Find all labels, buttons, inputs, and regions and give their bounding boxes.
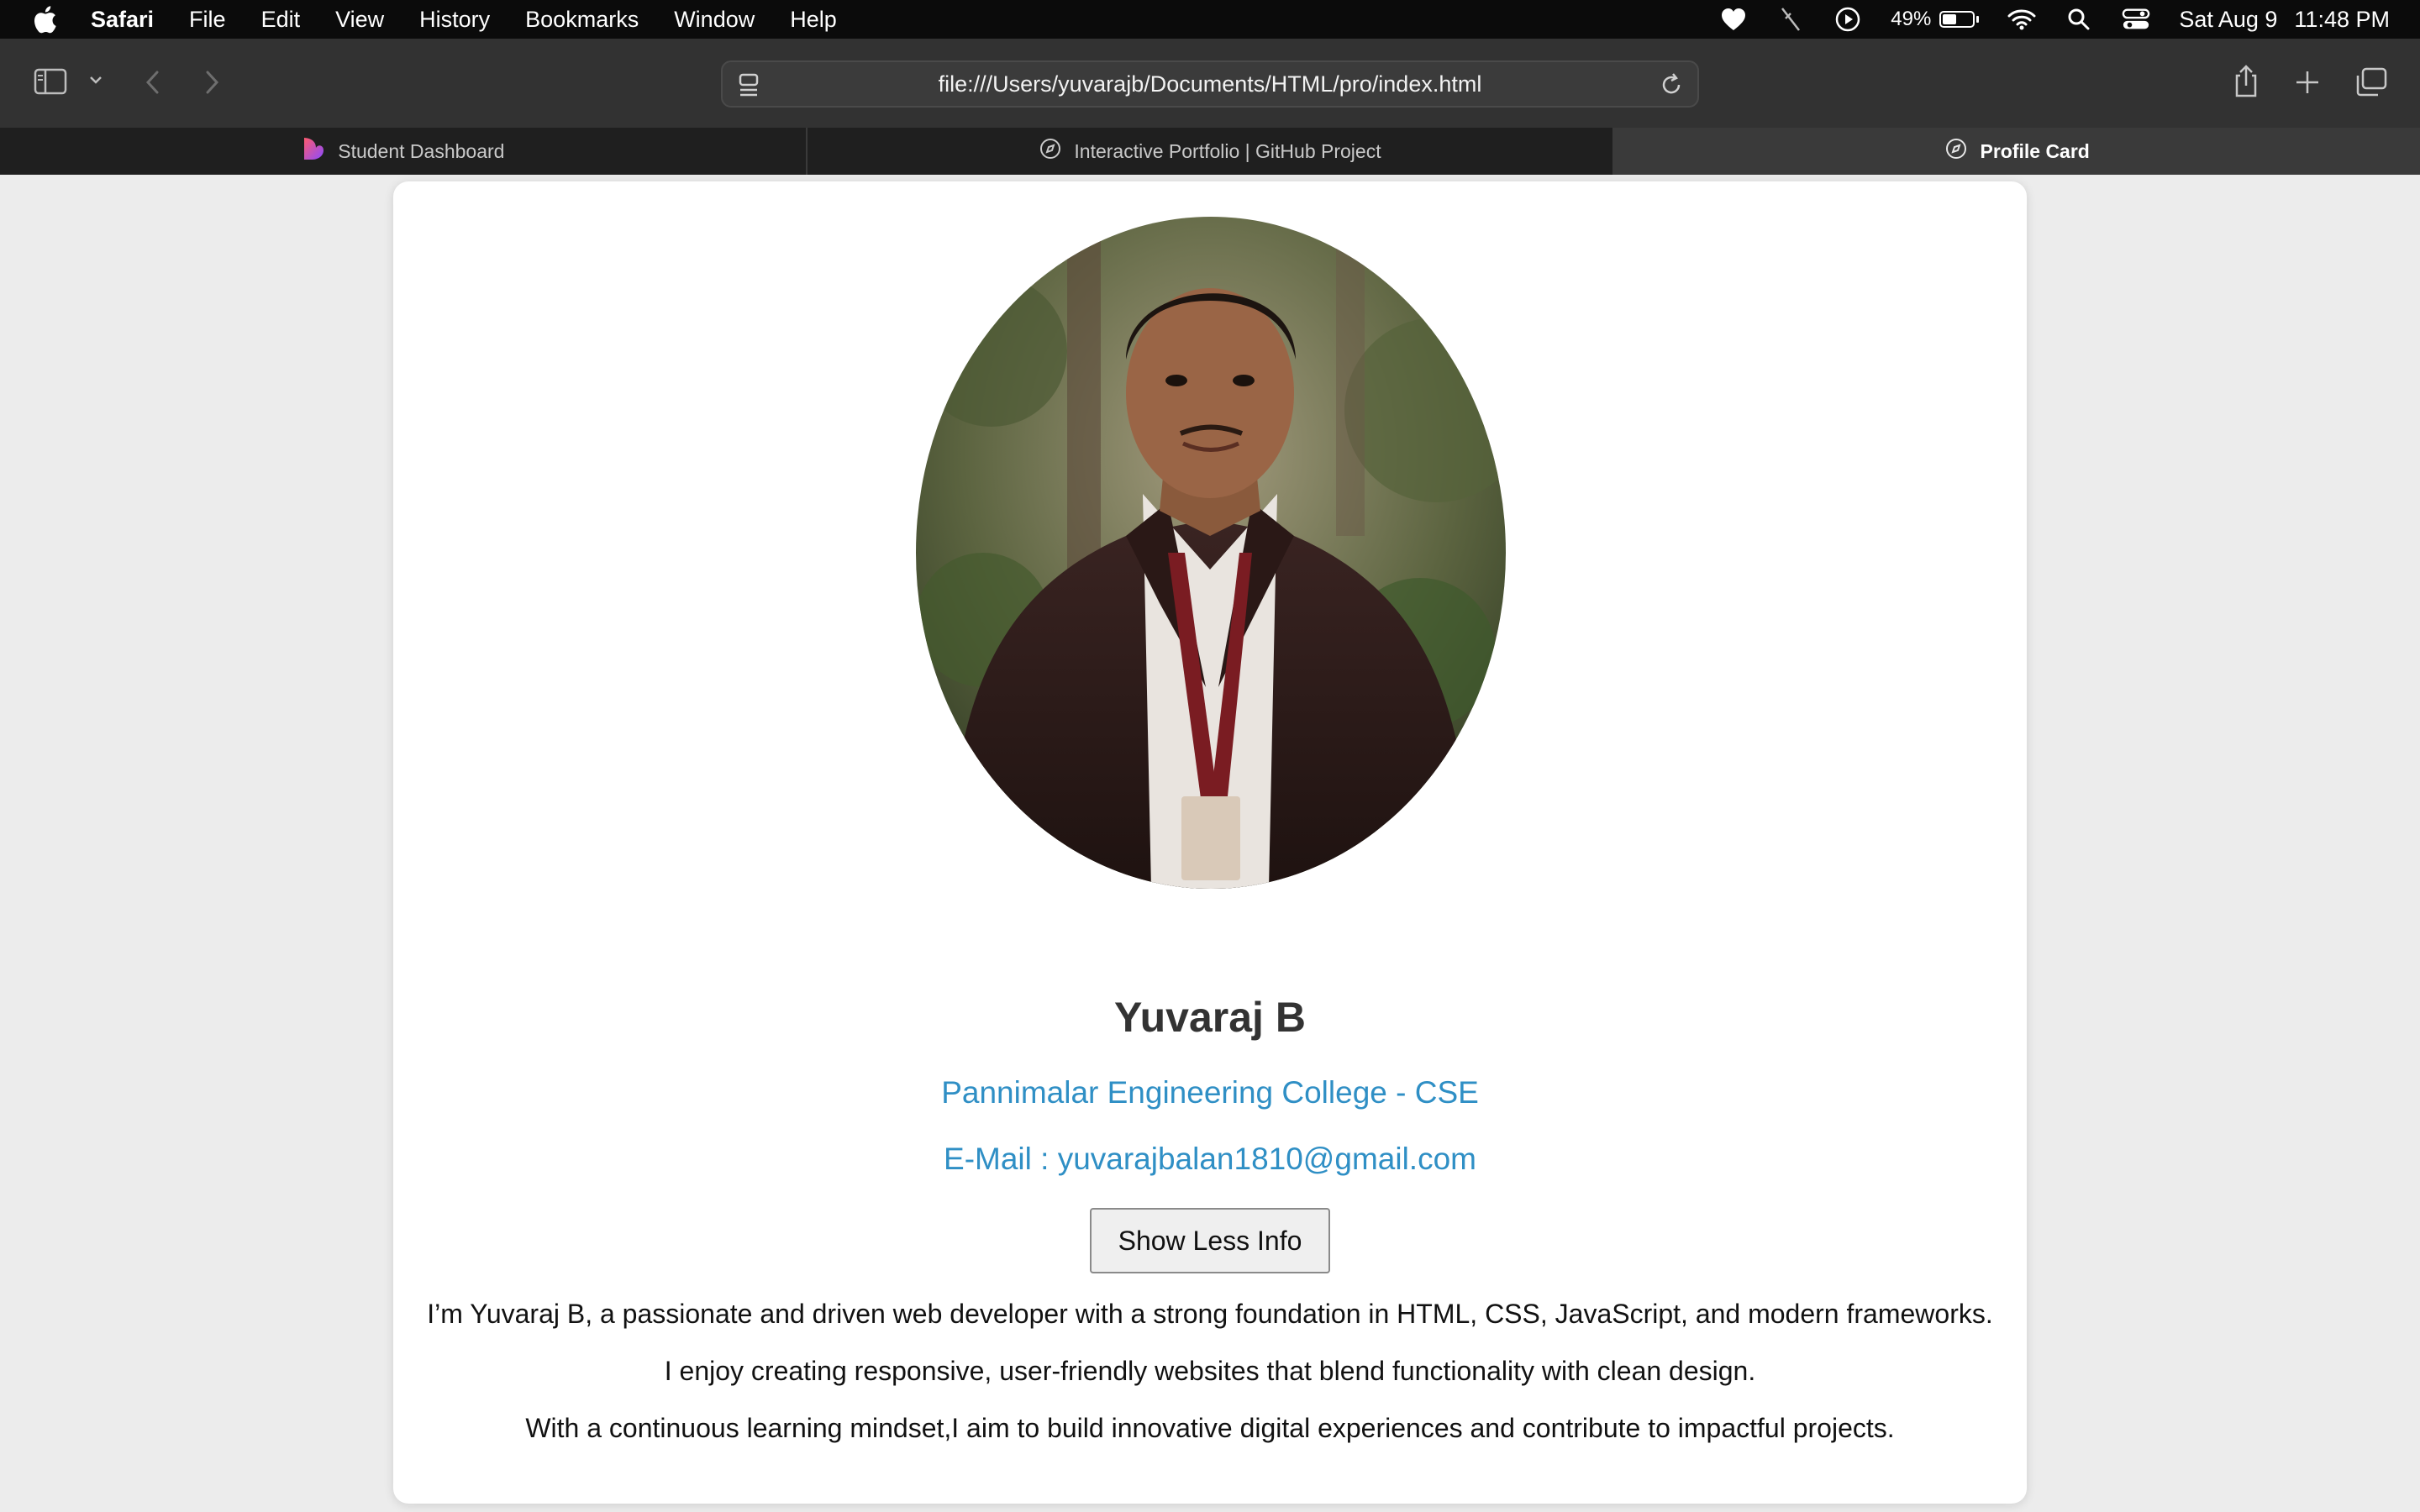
menu-edit[interactable]: Edit bbox=[261, 7, 301, 33]
menu-file[interactable]: File bbox=[189, 7, 226, 33]
wifi-icon[interactable] bbox=[2007, 5, 2036, 34]
profile-card: Yuvaraj B Pannimalar Engineering College… bbox=[393, 181, 2027, 1504]
tab-bar: Student Dashboard Interactive Portfolio … bbox=[0, 128, 2420, 175]
page-menu-icon[interactable] bbox=[738, 72, 760, 103]
tab-profile-card[interactable]: Profile Card bbox=[1614, 128, 2420, 175]
tab-label: Interactive Portfolio | GitHub Project bbox=[1074, 139, 1381, 162]
menu-bar: Safari File Edit View History Bookmarks … bbox=[0, 0, 2420, 39]
control-center-icon[interactable] bbox=[2122, 5, 2150, 34]
bio-paragraph: I’m Yuvaraj B, a passionate and driven w… bbox=[427, 1299, 1993, 1329]
spotlight-search-icon[interactable] bbox=[2065, 5, 2093, 34]
battery-percent: 49% bbox=[1891, 8, 1932, 30]
apple-logo-icon[interactable] bbox=[32, 3, 60, 36]
chevron-down-icon[interactable] bbox=[87, 74, 104, 86]
menubar-time[interactable]: 11:48 PM bbox=[2294, 7, 2390, 33]
profile-email: E-Mail : yuvarajbalan1810@gmail.com bbox=[944, 1142, 1476, 1176]
profile-name: Yuvaraj B bbox=[1114, 994, 1306, 1041]
muted-microphone-icon[interactable] bbox=[1776, 5, 1805, 34]
bio-paragraph: With a continuous learning mindset,I aim… bbox=[525, 1413, 1895, 1443]
share-icon[interactable] bbox=[2232, 64, 2260, 99]
heart-icon[interactable] bbox=[1719, 5, 1748, 34]
heart-app-icon bbox=[301, 136, 326, 166]
reload-icon[interactable] bbox=[1659, 72, 1684, 103]
address-bar[interactable]: file:///Users/yuvarajb/Documents/HTML/pr… bbox=[721, 60, 1699, 108]
menu-history[interactable]: History bbox=[419, 7, 490, 33]
sidebar-toggle-icon[interactable] bbox=[34, 67, 67, 96]
profile-photo bbox=[916, 217, 1506, 889]
new-tab-icon[interactable] bbox=[2294, 69, 2321, 96]
tab-student-dashboard[interactable]: Student Dashboard bbox=[0, 128, 808, 175]
tab-interactive-portfolio[interactable]: Interactive Portfolio | GitHub Project bbox=[808, 128, 1615, 175]
tab-label: Profile Card bbox=[1980, 139, 2090, 162]
now-playing-icon[interactable] bbox=[1833, 5, 1862, 34]
battery-icon bbox=[1939, 11, 1975, 28]
forward-arrow-icon[interactable] bbox=[202, 69, 222, 96]
menu-app-safari[interactable]: Safari bbox=[91, 7, 154, 33]
show-less-info-button[interactable]: Show Less Info bbox=[1090, 1208, 1330, 1273]
bio-paragraph: I enjoy creating responsive, user-friend… bbox=[664, 1356, 1756, 1386]
back-arrow-icon[interactable] bbox=[143, 69, 163, 96]
url-text[interactable]: file:///Users/yuvarajb/Documents/HTML/pr… bbox=[939, 71, 1482, 97]
tab-overview-icon[interactable] bbox=[2354, 67, 2388, 97]
compass-icon bbox=[1944, 137, 1968, 165]
profile-college: Pannimalar Engineering College - CSE bbox=[941, 1075, 1479, 1110]
menu-window[interactable]: Window bbox=[674, 7, 755, 33]
battery-status[interactable]: 49% bbox=[1891, 8, 1980, 31]
browser-toolbar: file:///Users/yuvarajb/Documents/HTML/pr… bbox=[0, 39, 2420, 129]
menu-bookmarks[interactable]: Bookmarks bbox=[525, 7, 639, 33]
menu-view[interactable]: View bbox=[335, 7, 384, 33]
menu-help[interactable]: Help bbox=[790, 7, 837, 33]
compass-icon bbox=[1039, 137, 1062, 165]
tab-label: Student Dashboard bbox=[338, 139, 505, 162]
menubar-date[interactable]: Sat Aug 9 bbox=[2179, 7, 2277, 33]
